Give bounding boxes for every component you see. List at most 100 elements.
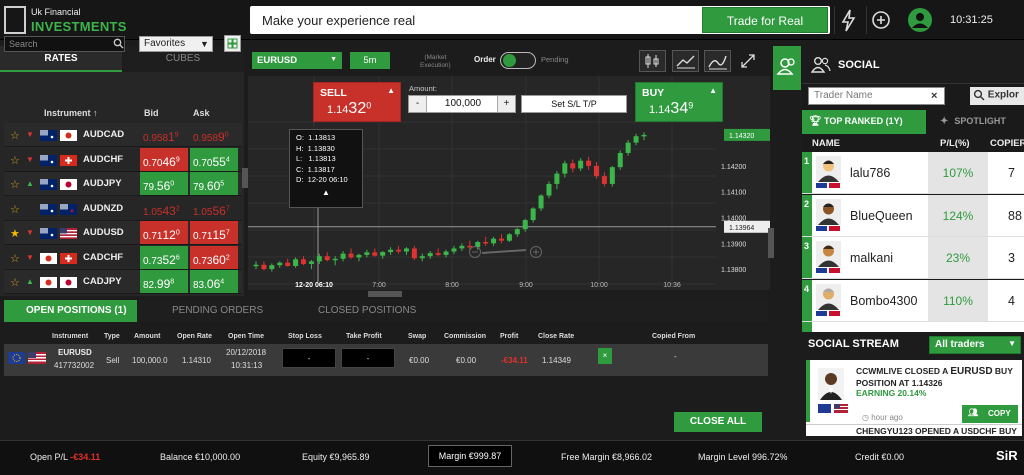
trader-row[interactable]: 2 BlueQueen 124% 88: [802, 194, 1024, 237]
bid-price[interactable]: 1.05432: [140, 197, 188, 220]
sell-label: SELL: [320, 87, 347, 99]
favorite-star-icon[interactable]: ☆: [10, 178, 20, 191]
ask-fraction: 2: [225, 254, 230, 262]
bid-price[interactable]: 0.73526: [140, 245, 188, 269]
stop-loss-field[interactable]: -: [282, 348, 336, 368]
ask-price[interactable]: 83.064: [190, 270, 238, 293]
expand-icon[interactable]: [741, 54, 755, 68]
left-collapse-handle[interactable]: [242, 168, 248, 188]
close-position-button[interactable]: ×: [598, 348, 612, 364]
trader-row[interactable]: 3 malkani 23% 3: [802, 237, 1024, 279]
bid-price[interactable]: 0.70469: [140, 147, 188, 171]
trader-row[interactable]: 1 lalu786 107% 7: [802, 152, 1024, 194]
bid-price[interactable]: 0.71120: [140, 221, 188, 244]
top-ranked-label: TOP RANKED (1Y): [824, 116, 903, 126]
arrow-down-icon: ▼: [26, 130, 34, 139]
rate-row[interactable]: ☆ ▼ CADCHF 0.73526 0.73602: [4, 245, 242, 270]
user-icon[interactable]: [906, 6, 934, 34]
sell-price-fraction: 0: [366, 100, 372, 111]
favorite-star-icon[interactable]: ☆: [10, 276, 20, 289]
grid-view-icon[interactable]: [224, 35, 241, 52]
favorite-star-icon[interactable]: ☆: [10, 252, 20, 265]
pending-label: Pending: [541, 55, 569, 64]
trader-row[interactable]: 4 Bombo4300 110% 4: [802, 279, 1024, 322]
position-open-rate: 1.14310: [182, 356, 211, 365]
close-icon[interactable]: ×: [931, 90, 937, 102]
trader-search-input[interactable]: Trader Name: [808, 87, 945, 105]
brand-logo[interactable]: Uk Financial INVESTMENTS: [4, 4, 144, 36]
instrument-header[interactable]: Instrument ↑: [44, 108, 98, 118]
take-profit-field[interactable]: -: [341, 348, 395, 368]
favorite-star-icon[interactable]: ☆: [10, 129, 20, 142]
draw-tool-icon[interactable]: [704, 50, 731, 72]
rate-symbol: AUDJPY: [83, 178, 122, 189]
amount-increase-button[interactable]: +: [497, 96, 515, 112]
timeframe-select[interactable]: 5m: [350, 52, 390, 69]
sell-button[interactable]: SELL ▲ 1.14320: [313, 82, 401, 122]
buy-button[interactable]: BUY ▲ 1.14349: [635, 82, 723, 122]
order-type-toggle[interactable]: [500, 52, 536, 69]
rate-row[interactable]: ☆ AUDNZD 1.05432 1.05567: [4, 196, 242, 221]
favorite-star-icon[interactable]: ☆: [10, 203, 20, 216]
trader-filter-select[interactable]: All traders ▼: [929, 336, 1021, 354]
search-icon[interactable]: [113, 38, 124, 49]
position-row[interactable]: EURUSD 417732002 Sell 100,000.0 1.14310 …: [4, 344, 768, 376]
candle-body: [324, 256, 330, 261]
rate-row[interactable]: ☆ ▲ CADJPY 82.998 83.064: [4, 270, 242, 294]
copy-button[interactable]: 👥︎ COPY: [962, 405, 1018, 423]
bottom-resize-handle[interactable]: [368, 291, 402, 297]
y-tick-label: 1.14320: [729, 133, 754, 140]
amount-decrease-button[interactable]: -: [409, 96, 427, 112]
social-row-partial: [802, 322, 1024, 332]
promo-banner: Make your experience real Trade for Real: [250, 6, 830, 34]
ask-price[interactable]: 0.70554: [190, 147, 238, 171]
search-input[interactable]: Search: [4, 36, 125, 52]
instrument-header-label: Instrument: [44, 108, 91, 118]
tab-closed-positions[interactable]: CLOSED POSITIONS: [318, 305, 416, 316]
ask-main: 0.958: [193, 133, 219, 144]
chevron-down-icon[interactable]: ▼: [200, 39, 209, 49]
rate-row[interactable]: ☆ ▲ AUDJPY 79.560 79.605: [4, 172, 242, 196]
tab-top-ranked[interactable]: 🏆︎ TOP RANKED (1Y): [802, 110, 926, 134]
plus-circle-icon[interactable]: [866, 6, 894, 34]
ask-price[interactable]: 0.71157: [190, 221, 238, 244]
x-tick-label: 8:00: [445, 282, 459, 289]
right-collapse-handle[interactable]: [768, 228, 774, 258]
tab-spotlight[interactable]: ✦ SPOTLIGHT: [940, 116, 1006, 127]
favorite-star-icon[interactable]: ☆: [10, 154, 20, 167]
zoom-control[interactable]: [468, 245, 546, 259]
close-all-button[interactable]: CLOSE ALL: [674, 412, 762, 432]
trade-for-real-button[interactable]: Trade for Real: [702, 7, 828, 33]
rate-row[interactable]: ★ ▼ AUDUSD 0.71120 0.71157: [4, 221, 242, 245]
spotlight-icon: ✦: [940, 116, 949, 127]
favorite-star-icon[interactable]: ★: [10, 227, 20, 240]
trader-pl: 124%: [928, 194, 988, 236]
candle-body: [483, 242, 489, 244]
candlestick-chart-icon[interactable]: [639, 50, 666, 72]
x-tick-label: 7:00: [372, 282, 386, 289]
social-toggle-button[interactable]: [773, 46, 801, 90]
rate-row[interactable]: ☆ ▼ AUDCAD 0.95819 0.95890: [4, 123, 242, 147]
instrument-select[interactable]: EURUSD ▼: [252, 52, 342, 69]
lightning-icon[interactable]: [834, 6, 862, 34]
set-sl-tp-button[interactable]: Set S/L T/P: [521, 95, 627, 113]
ask-price[interactable]: 0.73602: [190, 245, 238, 269]
open-pl-value: -€34.11: [70, 452, 101, 462]
bid-price[interactable]: 0.95819: [140, 123, 188, 146]
tab-pending-orders[interactable]: PENDING ORDERS: [172, 305, 263, 316]
rate-row[interactable]: ☆ ▼ AUDCHF 0.70469 0.70554: [4, 147, 242, 172]
bid-price[interactable]: 82.998: [140, 270, 188, 293]
amount-input[interactable]: 100,000: [427, 96, 499, 112]
line-chart-icon[interactable]: [672, 50, 699, 72]
ask-pips: 55: [212, 154, 226, 169]
ask-price[interactable]: 0.95890: [190, 123, 238, 146]
tab-open-positions[interactable]: OPEN POSITIONS (1): [4, 300, 137, 322]
explore-button[interactable]: Explor: [970, 87, 1024, 105]
copy-label: COPY: [988, 409, 1011, 418]
ask-price[interactable]: 1.05567: [190, 197, 238, 220]
position-swap: €0.00: [409, 356, 430, 365]
ask-header: Ask: [193, 108, 210, 118]
bid-price[interactable]: 79.560: [140, 172, 188, 195]
ask-main: 0.71: [193, 231, 213, 242]
ask-price[interactable]: 79.605: [190, 172, 238, 195]
